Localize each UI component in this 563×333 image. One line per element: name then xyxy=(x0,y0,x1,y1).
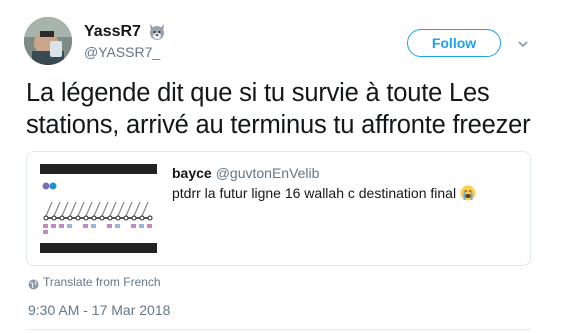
avatar-photo xyxy=(24,17,72,65)
quoted-tweet-author[interactable]: bayce @guvtonEnVelib xyxy=(172,165,319,181)
author-handle[interactable]: @YASSR7_ xyxy=(84,44,160,60)
translate-link[interactable]: Translate from French xyxy=(43,275,161,289)
tweet-timestamp[interactable]: 9:30 AM - 17 Mar 2018 xyxy=(28,302,170,318)
divider xyxy=(26,329,531,330)
crying-face-emoji-icon xyxy=(460,185,476,201)
quoted-tweet-image[interactable] xyxy=(40,164,157,253)
quoted-tweet-card[interactable]: bayce @guvtonEnVelib ptdrr la futur lign… xyxy=(26,151,531,266)
author-display-name: YassR7 xyxy=(84,23,141,40)
chevron-down-icon[interactable] xyxy=(517,37,529,49)
quoted-author-name: bayce xyxy=(172,165,212,181)
tweet-text: La légende dit que si tu survie à toute … xyxy=(26,79,531,139)
avatar[interactable] xyxy=(24,17,72,65)
author-name[interactable]: YassR7 xyxy=(84,22,167,42)
quoted-tweet-text: ptdrr la futur ligne 16 wallah c destina… xyxy=(172,185,457,201)
wolf-emoji-icon xyxy=(147,22,167,42)
follow-button[interactable]: Follow xyxy=(407,29,501,57)
quoted-tweet-text-row: ptdrr la futur ligne 16 wallah c destina… xyxy=(172,185,476,201)
globe-icon xyxy=(28,277,39,290)
quoted-author-handle: @guvtonEnVelib xyxy=(215,165,320,181)
